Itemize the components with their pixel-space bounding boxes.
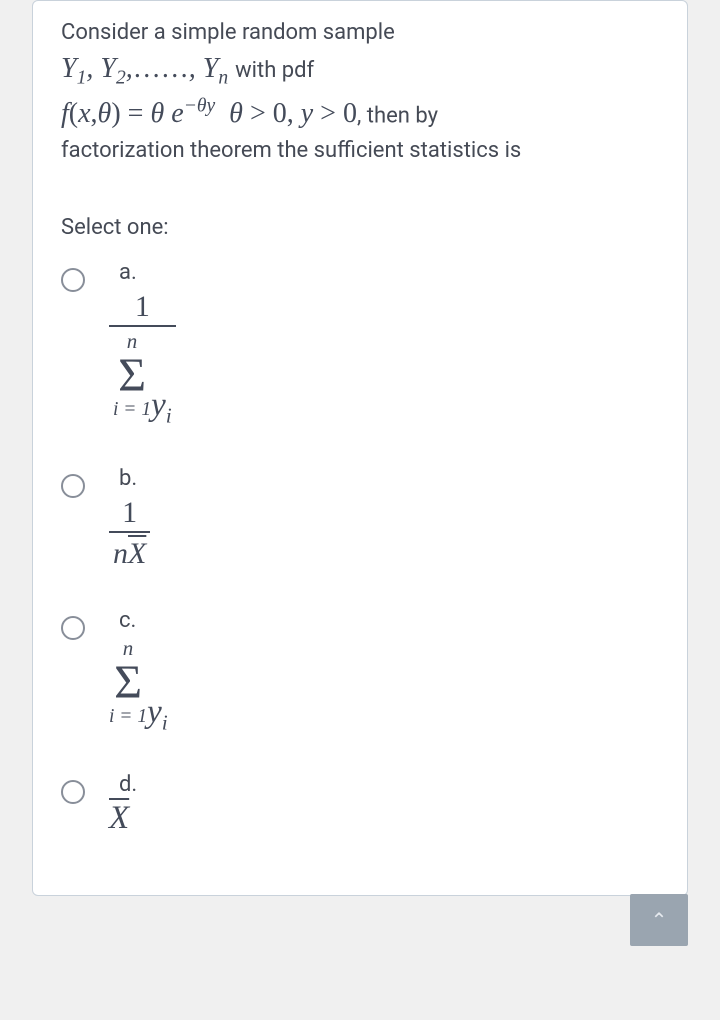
- radio-d[interactable]: [61, 780, 85, 804]
- option-b: b. 1 nX: [61, 468, 659, 570]
- option-d-math: X: [109, 800, 129, 836]
- option-c: c. n Σ i = 1 yi: [61, 610, 659, 734]
- options-group: a. 1 n Σ i = 1 yi b.: [61, 262, 659, 835]
- radio-b[interactable]: [61, 474, 85, 498]
- option-c-label: c.: [119, 610, 168, 632]
- option-d-label: d.: [119, 774, 137, 796]
- select-one-label: Select one:: [61, 215, 659, 240]
- stem-line3: factorization theorem the sufficient sta…: [61, 138, 521, 163]
- option-b-body: b. 1 nX: [109, 468, 150, 570]
- option-a-math: 1 n Σ i = 1 yi: [109, 290, 176, 428]
- option-a: a. 1 n Σ i = 1 yi: [61, 262, 659, 428]
- radio-c[interactable]: [61, 616, 85, 640]
- option-d-body: d. X: [109, 774, 137, 835]
- option-c-body: c. n Σ i = 1 yi: [109, 610, 168, 734]
- stem-then-by: , then by: [357, 103, 438, 128]
- option-c-math: n Σ i = 1 yi: [109, 696, 168, 729]
- chevron-up-icon: ⌃: [651, 908, 668, 932]
- option-a-body: a. 1 n Σ i = 1 yi: [109, 262, 176, 428]
- question-stem: Consider a simple random sample Y1, Y2,……: [61, 17, 659, 167]
- stem-pdf: f(x,θ) = θ e−θy θ > 0, y > 0: [61, 98, 357, 129]
- stem-with-pdf: with pdf: [235, 58, 314, 83]
- scroll-to-top-button[interactable]: ⌃: [630, 894, 688, 946]
- option-b-math: 1 nX: [109, 496, 150, 570]
- radio-a[interactable]: [61, 268, 85, 292]
- option-b-label: b.: [119, 468, 150, 490]
- stem-sequence: Y1, Y2,……, Yn: [61, 53, 235, 84]
- question-card: Consider a simple random sample Y1, Y2,……: [32, 0, 688, 896]
- option-d: d. X: [61, 774, 659, 835]
- stem-line1: Consider a simple random sample: [61, 20, 395, 45]
- option-a-label: a.: [119, 262, 176, 284]
